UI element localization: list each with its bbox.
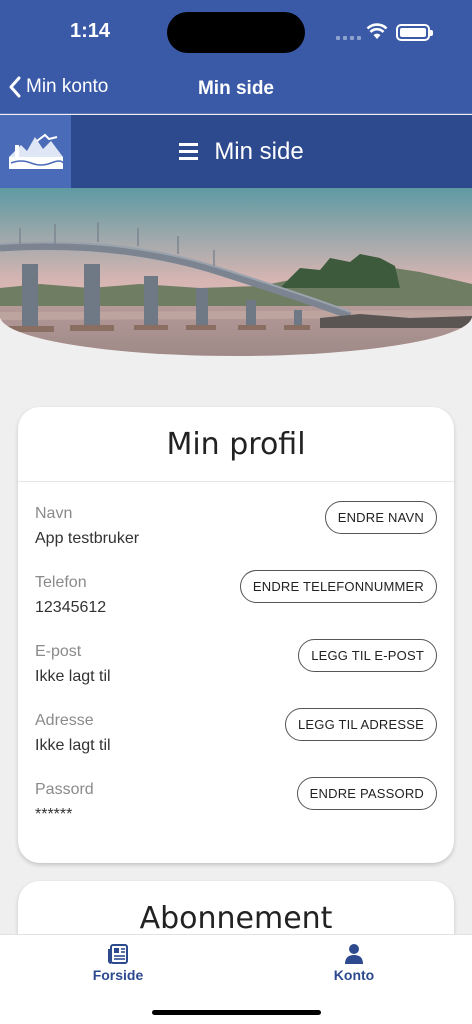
site-header: Min side: [0, 115, 472, 188]
profile-row-name: Navn App testbruker ENDRE NAVN: [35, 501, 437, 565]
profile-row-phone: Telefon 12345612 ENDRE TELEFONNUMMER: [35, 570, 437, 634]
menu-button[interactable]: Min side: [71, 115, 472, 188]
tab-konto-label: Konto: [333, 967, 375, 983]
hamburger-menu-icon: [179, 143, 199, 160]
wifi-icon: [366, 23, 388, 39]
status-time: 1:14: [70, 20, 111, 42]
profile-card: Min profil Navn App testbruker ENDRE NAV…: [18, 407, 454, 863]
battery-icon: [396, 24, 433, 41]
cellular-signal-icon: [336, 36, 361, 40]
profile-row-password: Passord ****** ENDRE PASSORD: [35, 777, 437, 841]
add-address-button[interactable]: LEGG TIL ADRESSE: [284, 708, 437, 741]
profile-row-email: E-post Ikke lagt til LEGG TIL E-POST: [35, 639, 437, 703]
change-name-button[interactable]: ENDRE NAVN: [324, 501, 437, 534]
tab-forside[interactable]: Forside: [58, 943, 178, 983]
home-indicator: [152, 1010, 321, 1015]
change-password-button[interactable]: ENDRE PASSORD: [296, 777, 437, 810]
status-bar: 1:14: [0, 0, 472, 64]
logo-icon: [8, 133, 64, 169]
site-logo[interactable]: [0, 115, 71, 188]
hero-image: [0, 188, 472, 356]
page-title: Min side: [197, 78, 274, 99]
navigation-bar: Min konto Min side: [0, 64, 472, 114]
newspaper-icon: [108, 944, 128, 964]
profile-row-address: Adresse Ikke lagt til LEGG TIL ADRESSE: [35, 708, 437, 772]
tab-konto[interactable]: Konto: [294, 943, 414, 983]
add-email-button[interactable]: LEGG TIL E-POST: [298, 639, 437, 672]
dynamic-island: [167, 12, 305, 53]
menu-label: Min side: [214, 137, 304, 165]
profile-title: Min profil: [18, 407, 454, 482]
tab-forside-label: Forside: [92, 967, 144, 983]
person-icon: [345, 944, 363, 964]
change-phone-button[interactable]: ENDRE TELEFONNUMMER: [239, 570, 437, 603]
